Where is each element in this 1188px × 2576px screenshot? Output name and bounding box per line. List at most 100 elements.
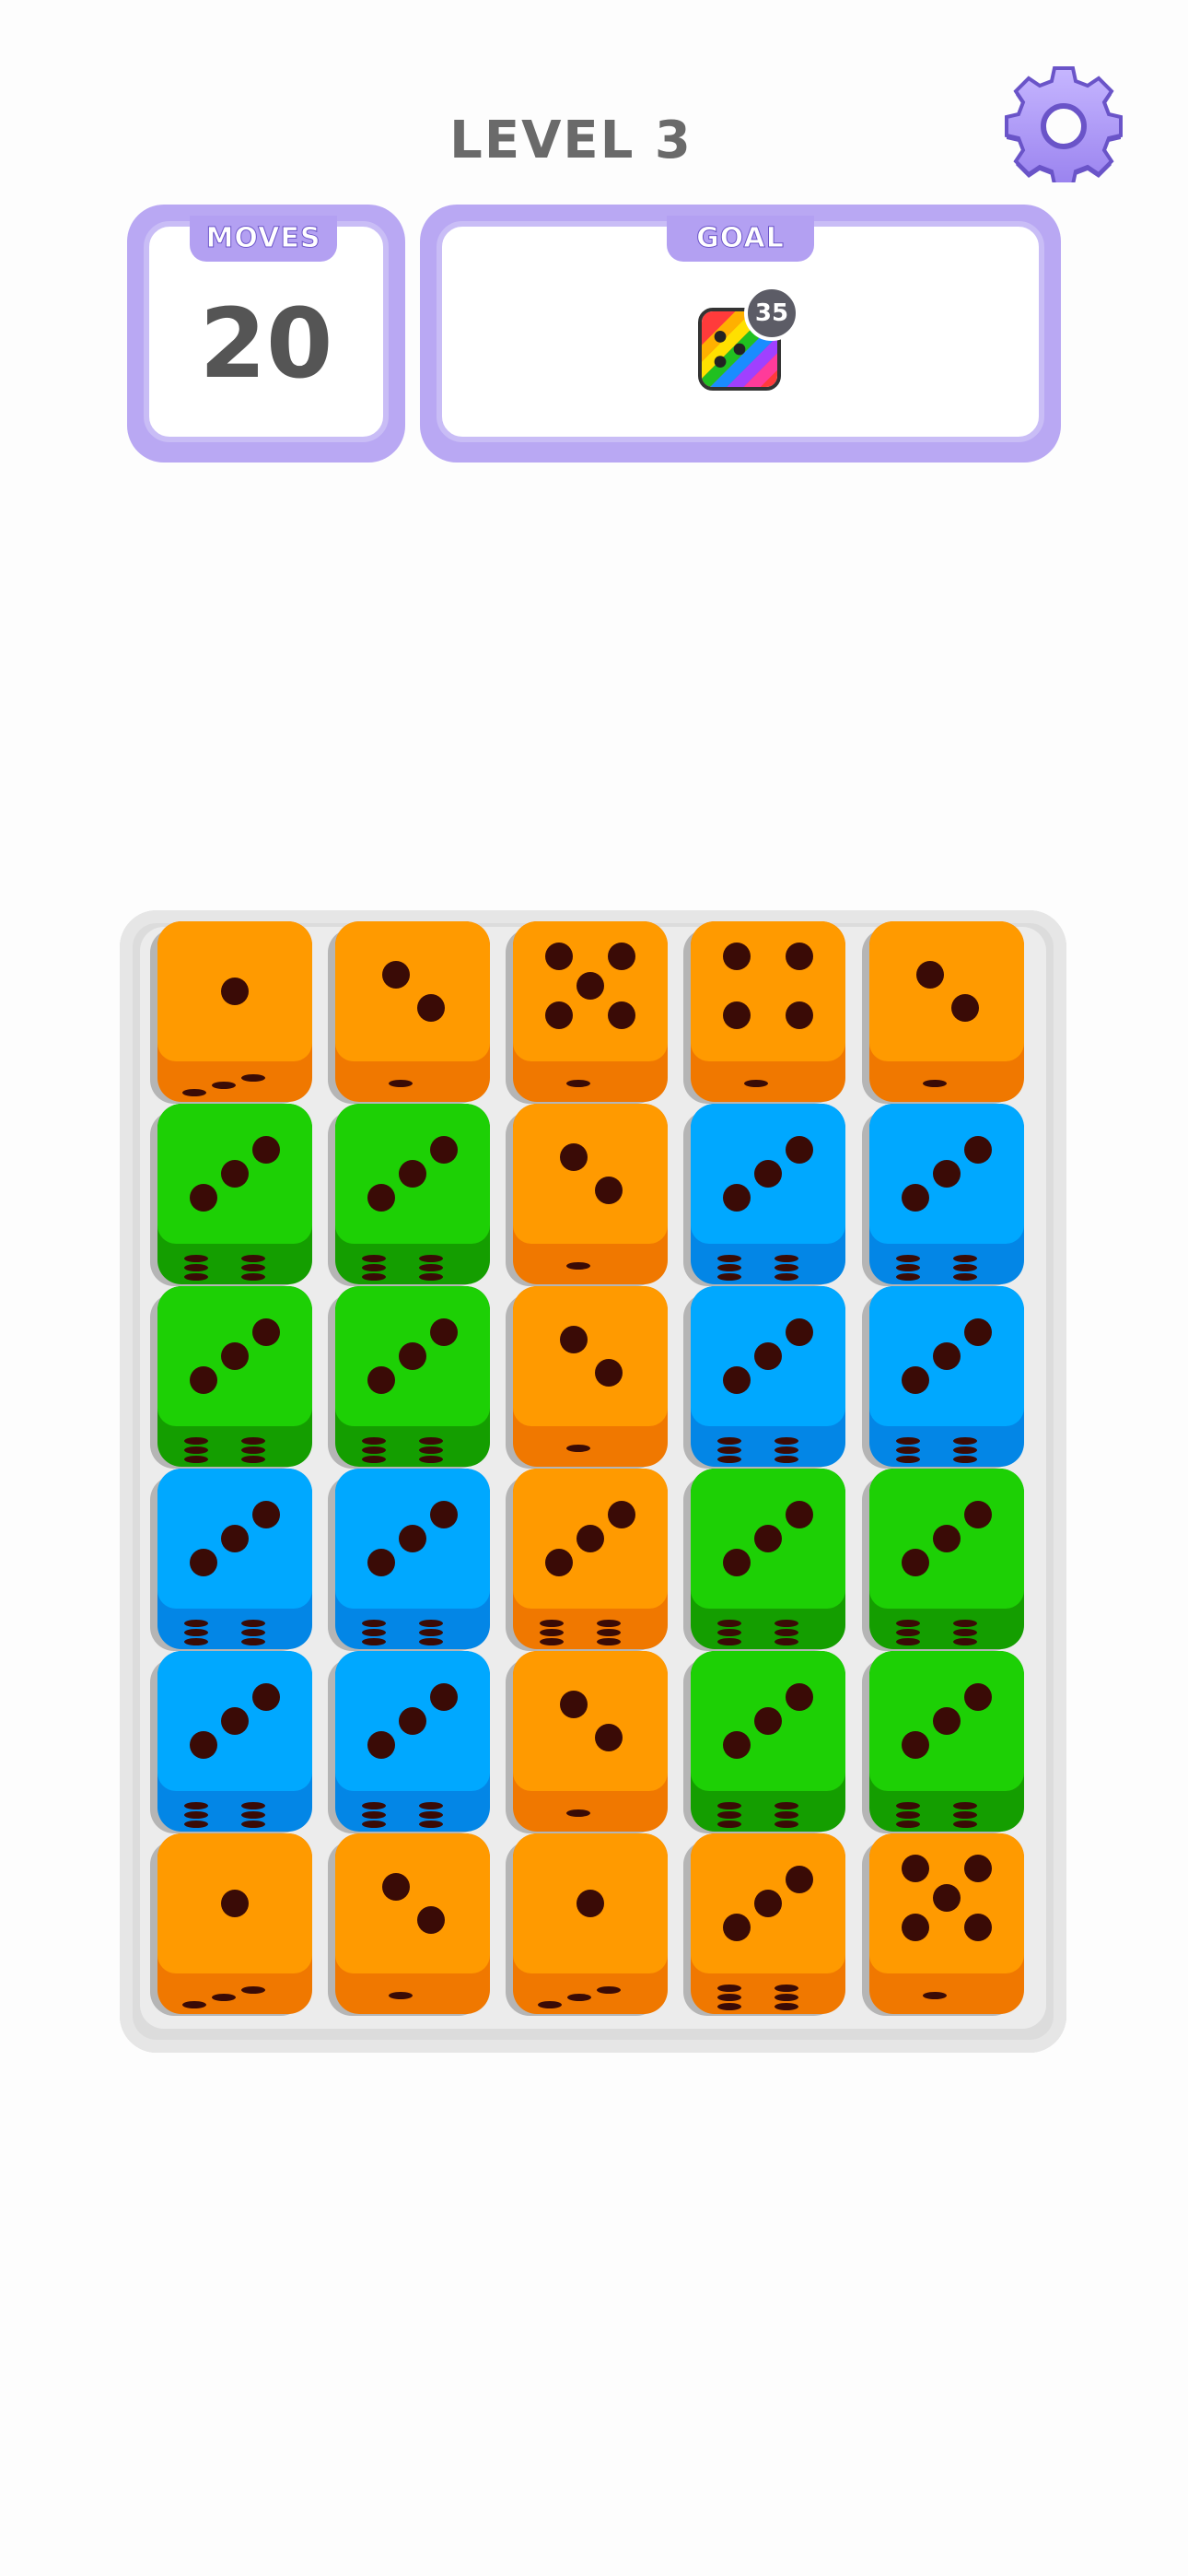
settings-button[interactable]	[1004, 63, 1124, 188]
die-top-face	[691, 1651, 845, 1791]
die-pip	[964, 1136, 992, 1164]
die-pip	[608, 943, 635, 970]
moves-panel: MOVES 20	[127, 205, 405, 463]
die-blue[interactable]	[328, 1651, 490, 1833]
die-pip	[902, 1731, 929, 1759]
die-side-pip	[241, 1074, 265, 1082]
die-blue[interactable]	[683, 1104, 845, 1286]
die-pip	[417, 1906, 445, 1934]
die-side-pip	[184, 1811, 208, 1819]
die-orange[interactable]	[328, 921, 490, 1104]
die-side-pip	[717, 1629, 741, 1636]
die-pip	[608, 1501, 635, 1528]
die-side-pip	[717, 1821, 741, 1828]
die-green[interactable]	[683, 1469, 845, 1651]
die-green[interactable]	[150, 1286, 312, 1469]
goal-panel: GOAL 35	[420, 205, 1061, 463]
die-orange[interactable]	[506, 1651, 668, 1833]
die-side-pip	[182, 1089, 206, 1096]
die-body	[513, 1286, 668, 1467]
die-side-pip	[241, 1446, 265, 1454]
die-green[interactable]	[862, 1469, 1024, 1651]
die-side-pip	[717, 1638, 741, 1645]
die-side-pip	[362, 1620, 386, 1627]
die-body	[335, 921, 490, 1102]
die-orange[interactable]	[862, 1833, 1024, 2016]
die-side-pip	[775, 1255, 798, 1262]
die-blue[interactable]	[683, 1286, 845, 1469]
die-top-face	[513, 1104, 668, 1244]
die-blue[interactable]	[328, 1469, 490, 1651]
die-pip	[723, 1001, 751, 1029]
die-side-pip	[184, 1273, 208, 1281]
die-green[interactable]	[862, 1651, 1024, 1833]
die-side-pip	[362, 1264, 386, 1271]
die-side-pip	[896, 1638, 920, 1645]
die-side-pip	[419, 1255, 443, 1262]
die-side-pip	[540, 1629, 564, 1636]
die-top-face	[157, 1104, 312, 1244]
die-blue[interactable]	[862, 1286, 1024, 1469]
die-pip	[786, 943, 813, 970]
die-side-pip	[241, 1620, 265, 1627]
die-orange[interactable]	[506, 1286, 668, 1469]
die-pip	[221, 1890, 249, 1917]
die-green[interactable]	[150, 1104, 312, 1286]
die-green[interactable]	[328, 1286, 490, 1469]
die-pip	[430, 1501, 458, 1528]
die-side-pip	[184, 1456, 208, 1463]
die-side-pip	[362, 1273, 386, 1281]
die-side-pip	[419, 1446, 443, 1454]
die-side-pip	[775, 1273, 798, 1281]
die-body	[869, 1104, 1024, 1284]
die-pip	[190, 1549, 217, 1576]
die-orange[interactable]	[683, 921, 845, 1104]
die-orange[interactable]	[506, 1104, 668, 1286]
die-pip	[367, 1184, 395, 1212]
die-orange[interactable]	[506, 1469, 668, 1651]
die-side-pip	[597, 1629, 621, 1636]
die-pip	[964, 1683, 992, 1711]
die-orange[interactable]	[150, 921, 312, 1104]
die-orange[interactable]	[328, 1833, 490, 2016]
die-blue[interactable]	[862, 1104, 1024, 1286]
die-pip	[221, 1342, 249, 1370]
die-pip	[190, 1731, 217, 1759]
die-orange[interactable]	[506, 921, 668, 1104]
die-pip	[902, 1914, 929, 1941]
die-green[interactable]	[328, 1104, 490, 1286]
die-side-pip	[953, 1811, 977, 1819]
die-side-pip	[540, 1638, 564, 1645]
die-blue[interactable]	[150, 1469, 312, 1651]
die-side-pip	[717, 1446, 741, 1454]
die-top-face	[691, 1104, 845, 1244]
moves-label: MOVES	[190, 216, 337, 262]
die-top-face	[869, 1833, 1024, 1973]
die-blue[interactable]	[150, 1651, 312, 1833]
die-side-pip	[182, 2001, 206, 2008]
die-green[interactable]	[683, 1651, 845, 1833]
die-body	[157, 1469, 312, 1649]
die-pip	[964, 1855, 992, 1882]
die-orange[interactable]	[683, 1833, 845, 2016]
die-side-pip	[419, 1821, 443, 1828]
die-side-pip	[362, 1255, 386, 1262]
die-side-pip	[953, 1620, 977, 1627]
die-body	[691, 1651, 845, 1832]
die-pip	[430, 1683, 458, 1711]
die-pip	[933, 1525, 961, 1552]
die-orange[interactable]	[862, 921, 1024, 1104]
die-side-pip	[896, 1446, 920, 1454]
level-title: LEVEL 3	[449, 111, 693, 170]
die-pip	[430, 1318, 458, 1346]
die-side-pip	[896, 1629, 920, 1636]
die-side-pip	[896, 1437, 920, 1445]
die-body	[513, 1104, 668, 1284]
die-side-pip	[953, 1437, 977, 1445]
die-orange[interactable]	[506, 1833, 668, 2016]
die-pip	[723, 1549, 751, 1576]
die-orange[interactable]	[150, 1833, 312, 2016]
die-top-face	[335, 1651, 490, 1791]
die-top-face	[335, 921, 490, 1061]
die-pip	[902, 1549, 929, 1576]
